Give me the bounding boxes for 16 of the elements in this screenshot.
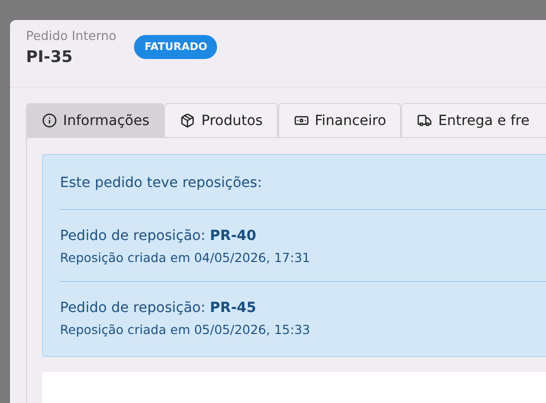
- alert-title: Este pedido teve reposições:: [60, 155, 546, 210]
- created-date-text: Reposição criada em 04/05/2026, 17:31: [60, 250, 312, 265]
- info-icon: [42, 113, 57, 128]
- box-icon: [180, 113, 196, 128]
- truck-icon: [417, 113, 432, 128]
- status-badge: FATURADO: [134, 35, 218, 59]
- replacement-order-text: Pedido de reposição: PR-45: [60, 300, 258, 316]
- replacement-order-text: Pedido de reposição: PR-40: [60, 228, 258, 244]
- banknote-icon: [294, 113, 309, 128]
- tab[interactable]: Informações: [26, 103, 164, 137]
- tab[interactable]: Financeiro: [278, 103, 402, 137]
- order-type-label: Pedido Interno: [26, 28, 116, 43]
- tab[interactable]: Entrega e fre: [401, 103, 546, 137]
- order-code: PI-35: [26, 47, 74, 66]
- tab[interactable]: Produtos: [164, 103, 278, 137]
- created-date-text: Reposição criada em 05/05/2026, 15:33: [60, 322, 312, 337]
